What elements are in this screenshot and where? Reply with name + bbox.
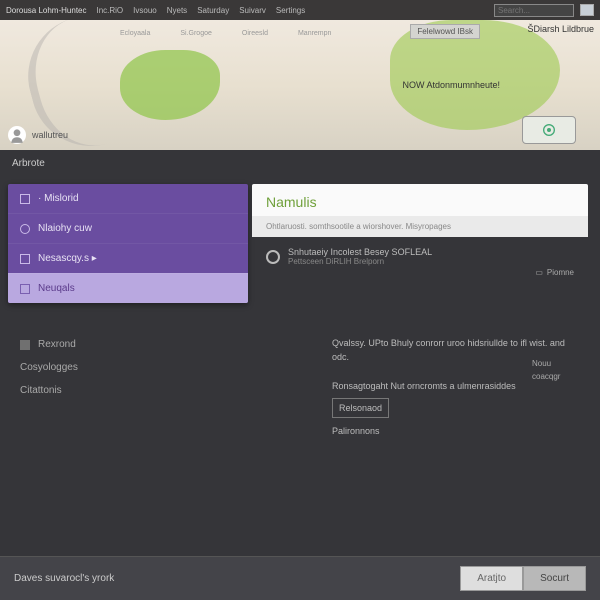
circle-icon — [266, 250, 280, 264]
sidebar-item[interactable]: Rexrond — [20, 333, 248, 356]
search-input[interactable] — [494, 4, 574, 17]
map-region[interactable]: Ecloyaala Si.Grogoe Oireesld Manrempn Fe… — [0, 20, 600, 150]
row-action[interactable]: ▭ Piomne — [535, 268, 574, 277]
sidebar-item[interactable]: Citattonis — [20, 379, 248, 402]
footer-hint: Daves suvarocl's yrork — [14, 573, 114, 584]
accept-button[interactable]: Aratjto — [460, 566, 523, 591]
map-badge[interactable]: Felelwowd IBsk — [410, 24, 480, 39]
sidebar-item[interactable]: · Mislorid — [8, 184, 248, 213]
chip[interactable]: Relsonaod — [332, 398, 389, 418]
modal-overlay: Arbrote · Mislorid Nlaiohy cuw Nesascqy.… — [0, 150, 600, 600]
doc-icon — [20, 194, 30, 204]
map-city-labels: Ecloyaala Si.Grogoe Oireesld Manrempn — [120, 30, 331, 37]
content-title: Namulis — [252, 184, 588, 216]
map-layer-widget[interactable] — [522, 116, 576, 144]
sidebar-item[interactable]: Nesascqy.s ▸ — [8, 243, 248, 273]
target-icon — [541, 122, 557, 138]
sidebar-item[interactable]: Nlaiohy cuw — [8, 213, 248, 243]
submit-button[interactable]: Socurt — [523, 566, 586, 591]
user-label[interactable]: wallutreu — [8, 126, 68, 144]
map-annotation: NOW Atdonmumnheute! — [402, 80, 500, 90]
panel-title: Arbrote — [0, 150, 600, 177]
sidebar-menu: · Mislorid Nlaiohy cuw Nesascqy.s ▸ Neuq… — [8, 184, 248, 303]
brand: Dorousa Lohm-Huntec — [6, 6, 86, 15]
main-panel: Namulis Ohtlaruosti. somthsootile a wior… — [252, 184, 588, 440]
nav-item[interactable]: Saturday — [197, 6, 229, 15]
nav-item[interactable]: Inc.RiO — [96, 6, 123, 15]
sidebar: · Mislorid Nlaiohy cuw Nesascqy.s ▸ Neuq… — [8, 184, 248, 402]
content-subtitle: Ohtlaruosti. somthsootile a wiorshover. … — [252, 216, 588, 237]
nav-item[interactable]: Ivsouo — [133, 6, 157, 15]
chip-label: Palironnons — [332, 422, 380, 440]
square-icon — [20, 340, 30, 350]
dot-icon — [20, 224, 30, 234]
dialog-footer: Daves suvarocl's yrork Aratjto Socurt — [0, 556, 600, 600]
aside-label: Nouu — [532, 358, 588, 371]
sidebar-secondary: Rexrond Cosyologges Citattonis — [8, 333, 248, 402]
nav-item[interactable]: Sertings — [276, 6, 305, 15]
go-button[interactable] — [580, 4, 594, 16]
topbar: Dorousa Lohm-Huntec Inc.RiO Ivsouo Nyets… — [0, 0, 600, 20]
aside-label: coacqgr — [532, 371, 588, 384]
map-link[interactable]: ŠDiarsh Lildbrue — [527, 24, 594, 34]
nav-item[interactable]: Nyets — [167, 6, 187, 15]
avatar-icon — [8, 126, 26, 144]
sidebar-item[interactable]: Cosyologges — [20, 356, 248, 379]
nav-item[interactable]: Suivarv — [239, 6, 266, 15]
sidebar-item-selected[interactable]: Neuqals — [8, 273, 248, 303]
pin-icon — [20, 254, 30, 264]
content-body: Qvalssy. UPto Bhuly conrorr uroo hidsriu… — [252, 276, 588, 440]
tag-icon: ▭ — [535, 268, 543, 277]
top-nav: Inc.RiO Ivsouo Nyets Saturday Suivarv Se… — [96, 6, 305, 15]
filter-icon — [20, 284, 30, 294]
